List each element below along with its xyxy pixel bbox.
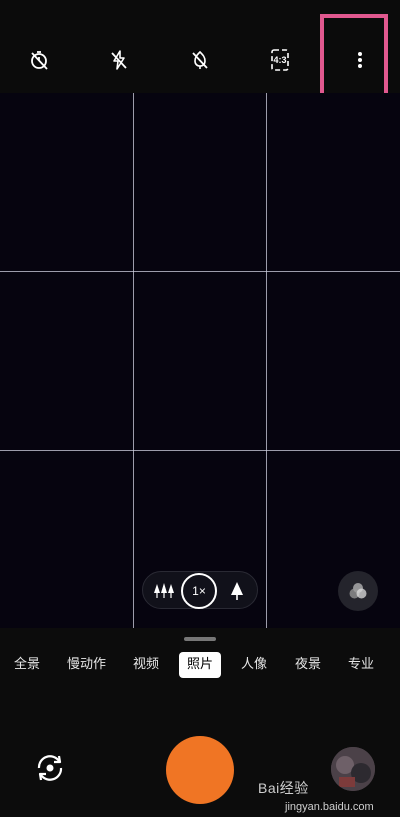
grid-line: [0, 450, 400, 451]
grid-line: [0, 271, 400, 272]
tree-icon[interactable]: [229, 580, 245, 602]
mode-video[interactable]: 视频: [133, 652, 159, 678]
grid-line: [133, 93, 134, 628]
mode-portrait[interactable]: 人像: [241, 652, 267, 678]
ai-scene-button[interactable]: [183, 46, 217, 74]
trees-icon[interactable]: [153, 580, 175, 602]
watermark-url: jingyan.baidu.com: [285, 801, 374, 813]
switch-camera-icon: [37, 755, 63, 781]
filters-icon: [349, 583, 367, 599]
shutter-button[interactable]: [166, 736, 234, 804]
zoom-1x-button[interactable]: 1×: [181, 573, 217, 609]
aspect-ratio-label: 4:3: [273, 55, 287, 65]
gallery-thumbnail-image: [331, 747, 375, 791]
aspect-ratio-button[interactable]: 4:3: [263, 46, 297, 74]
mode-night[interactable]: 夜景: [295, 652, 321, 678]
ai-off-icon: [192, 50, 208, 69]
timer-off-icon: [31, 51, 48, 70]
mode-slow-motion[interactable]: 慢动作: [67, 652, 106, 678]
zoom-level-label: 1×: [192, 584, 206, 598]
mode-photo[interactable]: 照片: [179, 652, 222, 678]
grid-line: [266, 93, 267, 628]
bottom-panel: 全景 慢动作 视频 照片 人像 夜景 专业 Bai经验 jingyan.baid…: [0, 628, 400, 817]
viewfinder[interactable]: [0, 93, 400, 628]
mode-selector: 全景 慢动作 视频 照片 人像 夜景 专业: [0, 652, 400, 686]
mode-panorama[interactable]: 全景: [14, 652, 40, 678]
gallery-thumbnail[interactable]: [331, 747, 375, 791]
drawer-handle[interactable]: [184, 637, 216, 641]
flash-off-icon: [111, 50, 127, 70]
flash-button[interactable]: [102, 46, 136, 74]
mode-pro[interactable]: 专业: [348, 652, 374, 678]
switch-camera-button[interactable]: [30, 748, 70, 788]
zoom-control: 1×: [142, 571, 258, 609]
watermark-text: Bai经验: [258, 780, 309, 796]
timer-button[interactable]: [22, 46, 56, 74]
filters-button[interactable]: [338, 571, 378, 611]
